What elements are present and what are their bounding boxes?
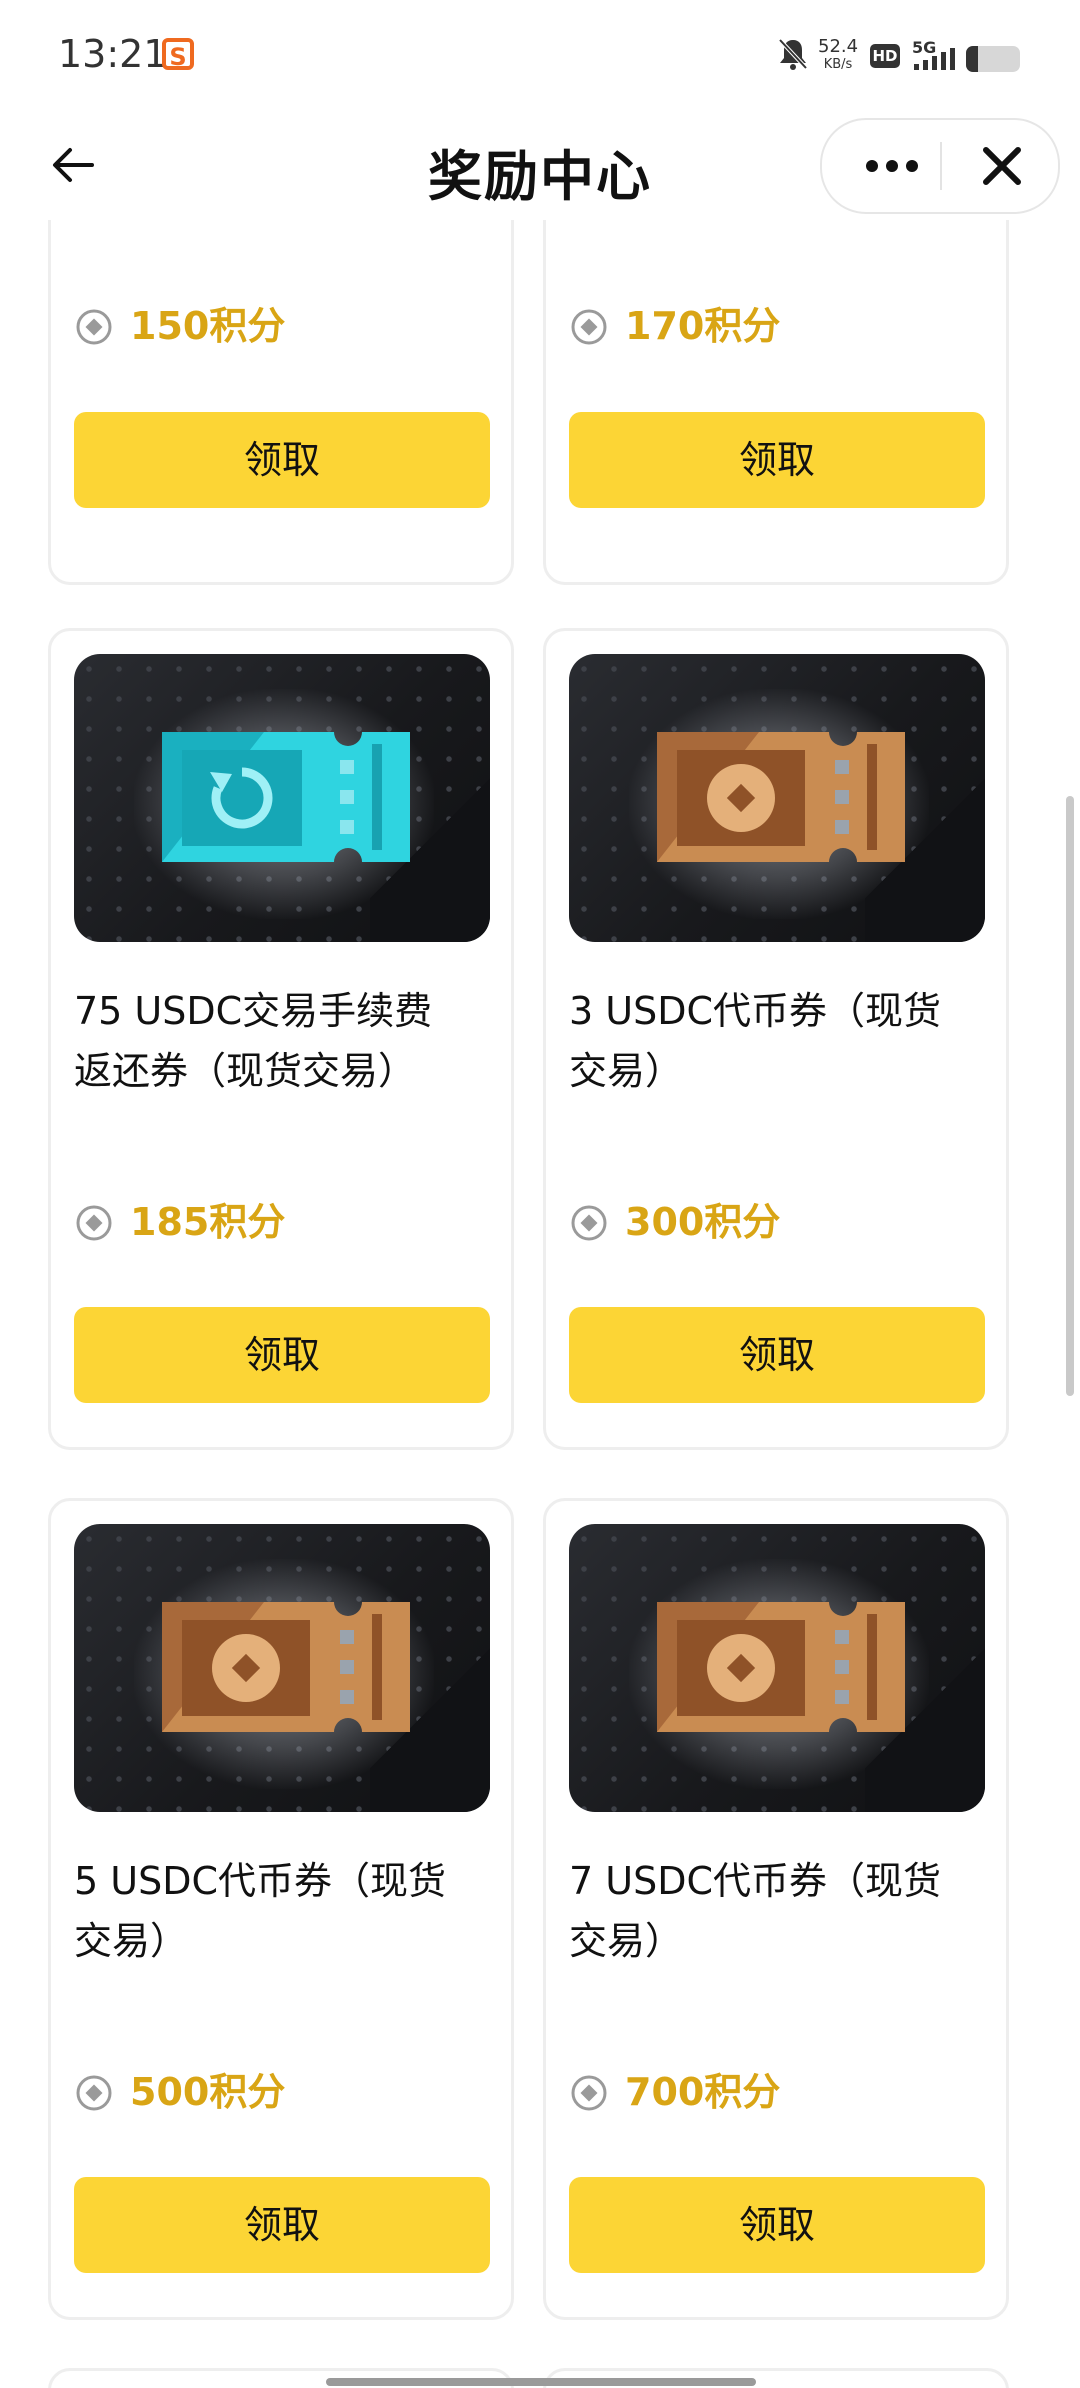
points-coin-icon bbox=[76, 2075, 112, 2111]
bronze-token-ticket-icon bbox=[657, 732, 905, 862]
points-cost: 500积分 bbox=[74, 2061, 285, 2116]
points-coin-icon bbox=[571, 1205, 607, 1241]
signal-icon bbox=[914, 48, 955, 70]
reward-title: 7 USDC代币券（现货 交易） bbox=[569, 1859, 941, 1963]
claim-button[interactable]: 领取 bbox=[74, 412, 490, 508]
reward-card: 170积分 领取 bbox=[543, 220, 1009, 585]
points-coin-icon bbox=[571, 309, 607, 345]
reward-card: 3 USDC代币券（现货 交易） 300积分 领取 bbox=[543, 628, 1009, 1450]
reward-list[interactable]: 150积分 领取 170积分 领取 75 USDC交易手续费 返还券（现货交易）… bbox=[0, 220, 1080, 2388]
reward-title: 3 USDC代币券（现货 交易） bbox=[569, 989, 941, 1093]
mini-program-capsule bbox=[820, 118, 1060, 214]
more-dots-icon[interactable] bbox=[852, 142, 932, 190]
reward-image bbox=[569, 654, 985, 942]
points-cost: 170积分 bbox=[569, 295, 780, 350]
points-cost: 150积分 bbox=[74, 295, 285, 350]
app-notification-icon: S bbox=[162, 38, 194, 71]
points-coin-icon bbox=[76, 1205, 112, 1241]
bronze-token-ticket-icon bbox=[657, 1602, 905, 1732]
reward-image bbox=[569, 1524, 985, 1812]
status-bar: 13:21 S 52.4 KB/s HD 5G bbox=[0, 0, 1080, 110]
mute-bell-icon bbox=[778, 38, 808, 70]
nav-header: 奖励中心 bbox=[0, 110, 1080, 220]
reward-title: 5 USDC代币券（现货 交易） bbox=[74, 1859, 446, 1963]
status-time: 13:21 bbox=[58, 32, 168, 76]
battery-icon bbox=[966, 46, 1020, 72]
close-icon[interactable] bbox=[972, 142, 1032, 190]
capsule-divider bbox=[940, 142, 942, 190]
points-cost: 300积分 bbox=[569, 1191, 780, 1246]
claim-button[interactable]: 领取 bbox=[74, 1307, 490, 1403]
cyan-rebate-ticket-icon bbox=[162, 732, 410, 862]
home-indicator[interactable] bbox=[326, 2378, 756, 2386]
reward-image bbox=[74, 1524, 490, 1812]
points-coin-icon bbox=[571, 2075, 607, 2111]
reward-title: 75 USDC交易手续费 返还券（现货交易） bbox=[74, 989, 433, 1093]
claim-button[interactable]: 领取 bbox=[569, 412, 985, 508]
scrollbar[interactable] bbox=[1066, 796, 1074, 1396]
net-speed: 52.4 KB/s bbox=[818, 36, 859, 73]
reward-card: 150积分 领取 bbox=[48, 220, 514, 585]
reward-image bbox=[74, 654, 490, 942]
reward-card: 7 USDC代币券（现货 交易） 700积分 领取 bbox=[543, 1498, 1009, 2320]
reward-card: 5 USDC代币券（现货 交易） 500积分 领取 bbox=[48, 1498, 514, 2320]
points-cost: 700积分 bbox=[569, 2061, 780, 2116]
hd-icon: HD bbox=[870, 44, 900, 68]
claim-button[interactable]: 领取 bbox=[74, 2177, 490, 2273]
reward-card: 75 USDC交易手续费 返还券（现货交易） 185积分 领取 bbox=[48, 628, 514, 1450]
points-coin-icon bbox=[76, 309, 112, 345]
points-cost: 185积分 bbox=[74, 1191, 285, 1246]
claim-button[interactable]: 领取 bbox=[569, 1307, 985, 1403]
claim-button[interactable]: 领取 bbox=[569, 2177, 985, 2273]
bronze-token-ticket-icon bbox=[162, 1602, 410, 1732]
